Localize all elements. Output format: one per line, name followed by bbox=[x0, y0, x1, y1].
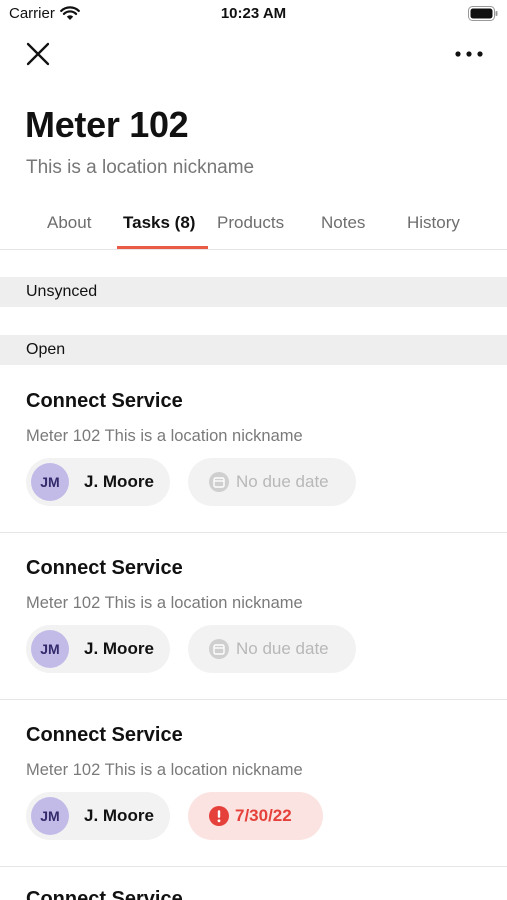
assignee-name: J. Moore bbox=[84, 806, 154, 825]
tab-tasks[interactable]: Tasks (8) bbox=[123, 213, 195, 233]
section-label: Open bbox=[26, 341, 66, 358]
due-date-chip[interactable]: 7/30/22 bbox=[188, 792, 323, 840]
section-header-unsynced: Unsynced bbox=[0, 277, 507, 307]
assignee-name: J. Moore bbox=[84, 472, 154, 491]
due-date-text: No due date bbox=[236, 472, 329, 491]
assignee-chip[interactable]: JM J. Moore bbox=[26, 458, 170, 506]
alert-circle-icon bbox=[209, 806, 229, 826]
task-row[interactable]: Connect Service Meter 102 This is a loca… bbox=[0, 366, 507, 533]
assignee-chip[interactable]: JM J. Moore bbox=[26, 792, 170, 840]
task-title: Connect Service bbox=[26, 724, 183, 746]
task-location: Meter 102 This is a location nickname bbox=[26, 427, 303, 445]
avatar: JM bbox=[31, 797, 69, 835]
task-title: Connect Service bbox=[26, 557, 183, 579]
close-icon bbox=[26, 42, 50, 66]
tab-notes[interactable]: Notes bbox=[321, 213, 365, 233]
more-horizontal-icon bbox=[455, 51, 483, 57]
due-date-text: No due date bbox=[236, 639, 329, 658]
active-tab-indicator bbox=[117, 246, 208, 249]
avatar: JM bbox=[31, 463, 69, 501]
assignee-chip[interactable]: JM J. Moore bbox=[26, 625, 170, 673]
tab-bar: About Tasks (8) Products Notes History bbox=[0, 200, 507, 250]
task-location: Meter 102 This is a location nickname bbox=[26, 761, 303, 779]
task-title[interactable]: Connect Service bbox=[26, 888, 183, 900]
section-header-open: Open bbox=[0, 335, 507, 365]
tab-products[interactable]: Products bbox=[217, 213, 284, 233]
more-button[interactable] bbox=[451, 38, 487, 70]
battery-icon bbox=[468, 6, 498, 21]
avatar: JM bbox=[31, 630, 69, 668]
assignee-name: J. Moore bbox=[84, 639, 154, 658]
task-row[interactable]: Connect Service Meter 102 This is a loca… bbox=[0, 533, 507, 700]
calendar-icon bbox=[209, 639, 229, 659]
tab-about[interactable]: About bbox=[47, 213, 91, 233]
page-subtitle: This is a location nickname bbox=[26, 157, 255, 178]
close-button[interactable] bbox=[22, 38, 54, 70]
due-date-chip[interactable]: No due date bbox=[188, 458, 356, 506]
nav-bar bbox=[0, 36, 507, 72]
clock: 10:23 AM bbox=[220, 5, 287, 22]
due-date-chip[interactable]: No due date bbox=[188, 625, 356, 673]
task-location: Meter 102 This is a location nickname bbox=[26, 594, 303, 612]
page-title: Meter 102 bbox=[25, 104, 189, 145]
due-date-text: 7/30/22 bbox=[235, 806, 292, 825]
section-label: Unsynced bbox=[26, 283, 98, 300]
tab-history[interactable]: History bbox=[407, 213, 460, 233]
status-bar: Carrier 10:23 AM bbox=[0, 0, 507, 30]
calendar-icon bbox=[209, 472, 229, 492]
task-title: Connect Service bbox=[26, 390, 183, 412]
task-row[interactable]: Connect Service Meter 102 This is a loca… bbox=[0, 700, 507, 867]
